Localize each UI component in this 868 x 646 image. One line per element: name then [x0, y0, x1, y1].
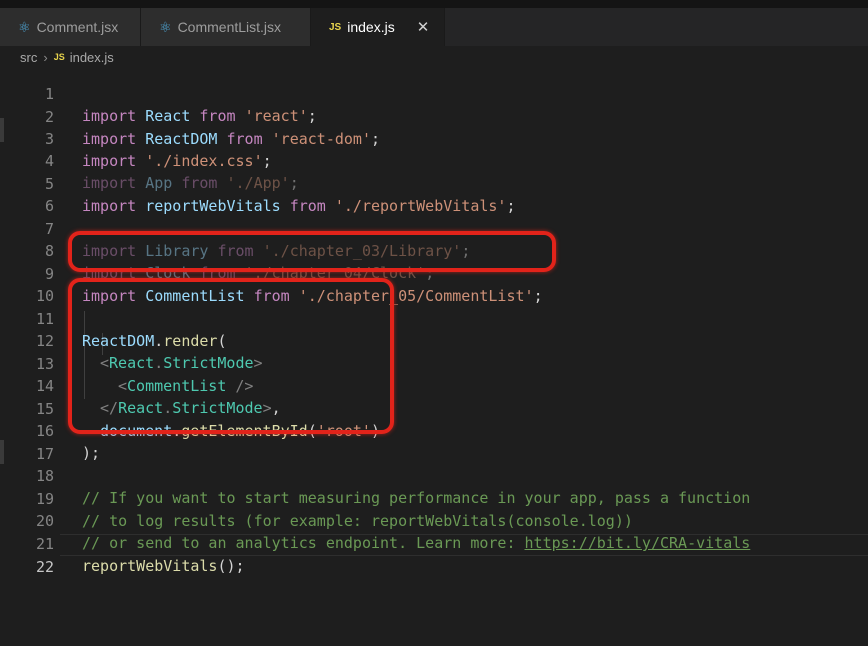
react-icon: ⚛: [159, 18, 172, 35]
code-line: 4 import App from './App';: [0, 128, 868, 192]
code-line: 22: [0, 534, 868, 576]
code-line: 6: [0, 173, 868, 215]
token: ();: [217, 557, 245, 575]
code-line: 18 // If you want to start measuring per…: [0, 443, 868, 507]
code-line: 20 // or send to an analytics endpoint. …: [0, 488, 868, 552]
tab-label: index.js: [347, 19, 395, 35]
tab-commentlist-jsx[interactable]: ⚛ CommentList.jsx: [141, 8, 311, 46]
code-line: 1 import React from 'react';: [0, 61, 868, 125]
code-line: 19 // to log results (for example: repor…: [0, 466, 868, 530]
token: reportWebVitals: [82, 557, 218, 575]
react-icon: ⚛: [18, 18, 31, 35]
code-line: 5 import reportWebVitals from './reportW…: [0, 151, 868, 215]
code-editor[interactable]: 1 import React from 'react'; 2 import Re…: [0, 61, 868, 646]
tab-label: CommentList.jsx: [177, 19, 282, 35]
code-line: 3 import './index.css';: [0, 106, 868, 170]
js-file-icon: JS: [329, 21, 342, 33]
window-top-strip: [0, 0, 868, 8]
tab-bar: ⚛ Comment.jsx ⚛ CommentList.jsx JS index…: [0, 8, 868, 46]
annotation-highlight-render: [68, 278, 394, 434]
annotation-highlight-import: [68, 231, 556, 272]
code-line: 21 reportWebVitals();: [0, 511, 868, 575]
close-icon[interactable]: ✕: [417, 18, 430, 36]
tab-comment-jsx[interactable]: ⚛ Comment.jsx: [0, 8, 141, 46]
line-number: 22: [35, 558, 54, 576]
code-line: 2 import ReactDOM from 'react-dom';: [0, 84, 868, 148]
tab-label: Comment.jsx: [36, 19, 119, 35]
tab-index-js[interactable]: JS index.js ✕: [311, 8, 445, 46]
code-line: 7 import Library from './chapter_03/Libr…: [0, 196, 868, 260]
